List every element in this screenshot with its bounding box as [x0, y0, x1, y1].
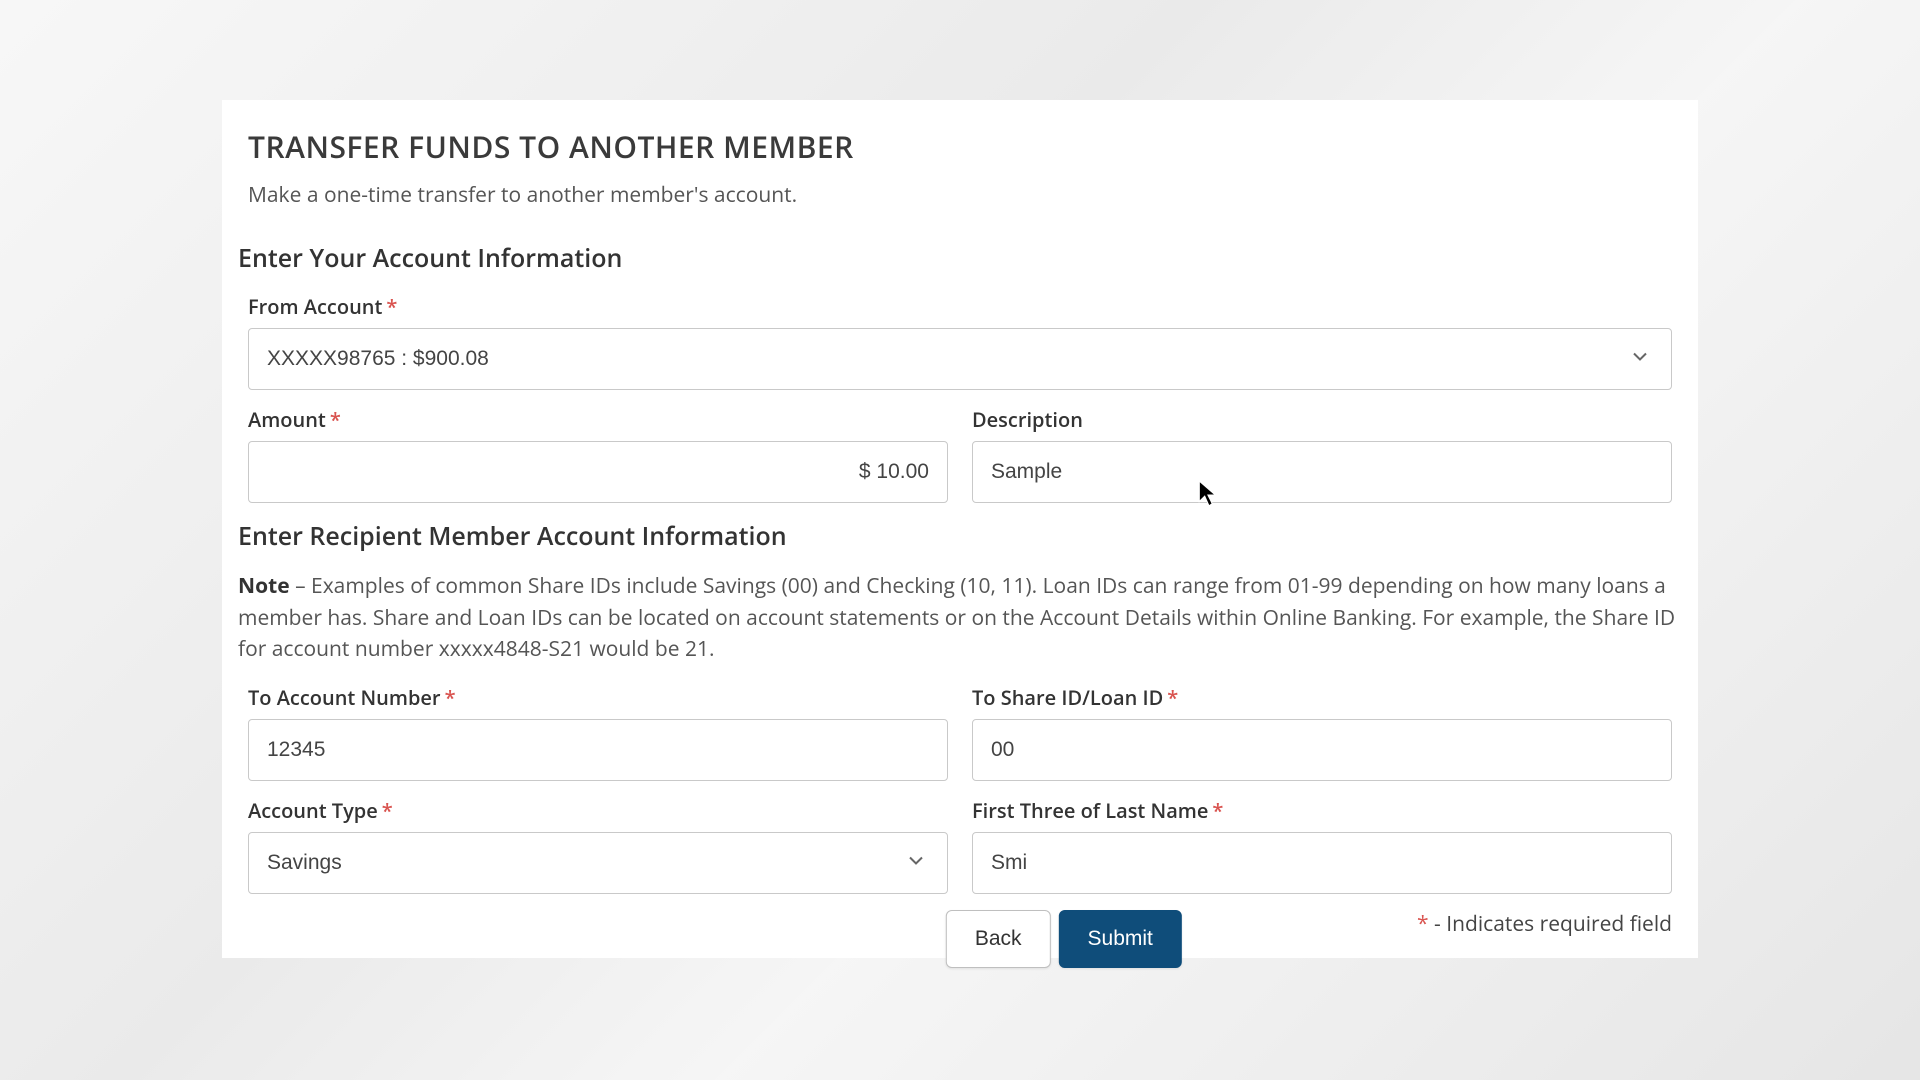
recipient-note: Note – Examples of common Share IDs incl… [238, 571, 1682, 666]
transfer-form-card: TRANSFER FUNDS TO ANOTHER MEMBER Make a … [222, 100, 1698, 958]
from-account-label-text: From Account [248, 293, 382, 320]
field-account-type: Account Type* [248, 797, 948, 894]
submit-button[interactable]: Submit [1059, 910, 1182, 968]
to-share-id-input[interactable] [972, 719, 1672, 781]
section-your-account-heading: Enter Your Account Information [238, 241, 1672, 275]
account-type-select-wrap[interactable] [248, 832, 948, 894]
to-account-number-label: To Account Number* [248, 684, 948, 711]
field-amount: Amount* [248, 406, 948, 503]
field-from-account: From Account* [248, 293, 1672, 390]
field-to-account-number: To Account Number* [248, 684, 948, 781]
required-asterisk: * [445, 684, 456, 711]
required-asterisk: * [382, 797, 393, 824]
note-prefix: Note [238, 572, 290, 600]
section-recipient-heading: Enter Recipient Member Account Informati… [238, 519, 1672, 553]
amount-input[interactable] [248, 441, 948, 503]
account-type-label-text: Account Type [248, 797, 378, 824]
page-subtitle: Make a one-time transfer to another memb… [248, 181, 1672, 209]
row-to-account-share: To Account Number* To Share ID/Loan ID* [248, 684, 1672, 781]
back-button[interactable]: Back [946, 910, 1051, 968]
required-star: * [1417, 910, 1429, 938]
account-type-select[interactable] [248, 832, 948, 894]
page-title: TRANSFER FUNDS TO ANOTHER MEMBER [248, 126, 1672, 167]
account-type-label: Account Type* [248, 797, 948, 824]
to-share-id-label: To Share ID/Loan ID* [972, 684, 1672, 711]
last-name-label-text: First Three of Last Name [972, 797, 1208, 824]
last-name-label: First Three of Last Name* [972, 797, 1672, 824]
field-description: Description [972, 406, 1672, 503]
note-body: – Examples of common Share IDs include S… [238, 572, 1675, 663]
row-amount-description: Amount* Description [248, 406, 1672, 503]
required-field-note: * - Indicates required field [1417, 910, 1672, 938]
description-label: Description [972, 406, 1672, 433]
row-account-type-lastname: Account Type* First Three of Last Name* [248, 797, 1672, 894]
required-asterisk: * [330, 406, 341, 433]
from-account-select-wrap[interactable] [248, 328, 1672, 390]
from-account-label: From Account* [248, 293, 1672, 320]
row-from-account: From Account* [248, 293, 1672, 390]
to-account-number-label-text: To Account Number [248, 684, 441, 711]
required-note-text: - Indicates required field [1429, 910, 1672, 938]
button-group: Back Submit [946, 910, 1182, 968]
field-last-name: First Three of Last Name* [972, 797, 1672, 894]
description-input[interactable] [972, 441, 1672, 503]
amount-label-text: Amount [248, 406, 326, 433]
last-name-input[interactable] [972, 832, 1672, 894]
to-account-number-input[interactable] [248, 719, 948, 781]
field-to-share-id: To Share ID/Loan ID* [972, 684, 1672, 781]
required-asterisk: * [386, 293, 397, 320]
form-footer: Back Submit * - Indicates required field [248, 910, 1672, 938]
required-asterisk: * [1212, 797, 1223, 824]
amount-label: Amount* [248, 406, 948, 433]
required-asterisk: * [1167, 684, 1178, 711]
to-share-id-label-text: To Share ID/Loan ID [972, 684, 1163, 711]
from-account-select[interactable] [248, 328, 1672, 390]
